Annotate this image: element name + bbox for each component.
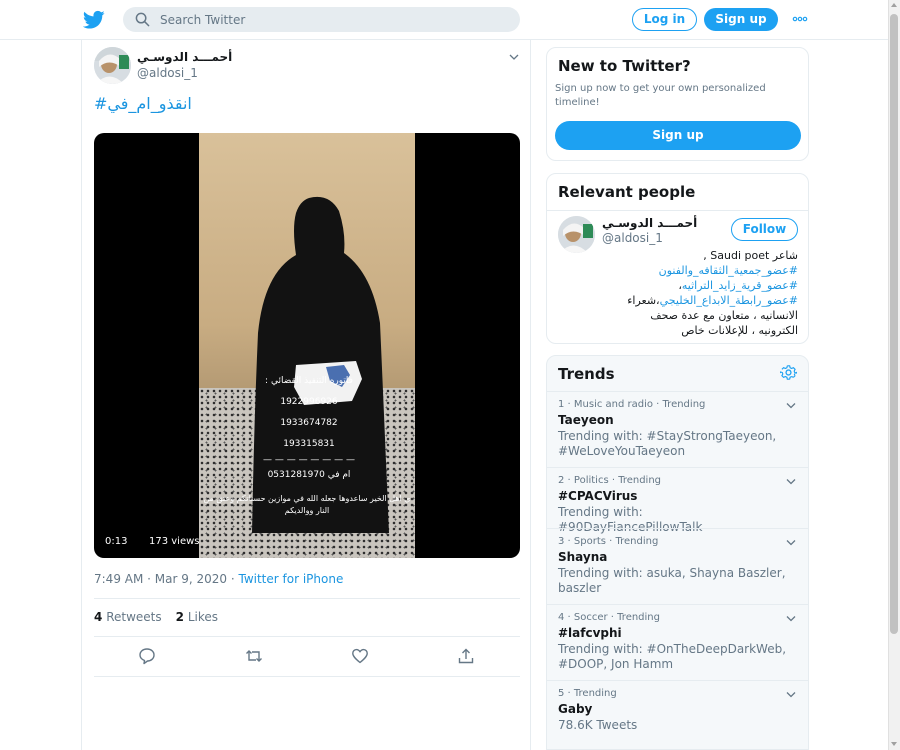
divider [547, 210, 808, 211]
likes-stat[interactable]: 2 Likes [176, 610, 218, 624]
retweets-stat[interactable]: 4 Retweets [94, 610, 162, 624]
overlay-line: 1922996926 [280, 397, 338, 407]
card-description: Sign up now to get your own personalized… [555, 83, 766, 108]
like-icon[interactable] [351, 647, 369, 665]
signup-button[interactable]: Sign up [704, 8, 778, 31]
bio-hashtag-link[interactable]: #عضو_جمعية_الثقافه_والفنون [555, 263, 798, 278]
bio-line: شاعر Saudi poet , [703, 249, 798, 262]
trend-category: 4 · Soccer · Trending [558, 612, 660, 623]
bio-line: الكترونيه ، للإعلانات خاص [681, 324, 798, 337]
scroll-up-arrow-icon[interactable] [891, 3, 897, 7]
tweet-stats: 4 Retweets 2 Likes [94, 610, 218, 624]
card-title: New to Twitter? [558, 57, 691, 75]
scrollbar-thumb[interactable] [890, 14, 898, 634]
new-to-twitter-card: New to Twitter? Sign up now to get your … [546, 47, 809, 161]
trend-item[interactable]: 4 · Soccer · Trending #lafcvphi Trending… [547, 604, 808, 680]
video-player[interactable]: : فاتوره التنفيذ القضائي 1922996926 1933… [94, 133, 520, 558]
trend-description: Trending with: asuka, Shayna Baszler, ba… [558, 566, 786, 595]
chevron-down-icon[interactable] [786, 478, 796, 485]
card-title: Relevant people [558, 183, 696, 201]
tweet-source-link[interactable]: Twitter for iPhone [238, 572, 343, 586]
share-icon[interactable] [457, 647, 475, 665]
overlay-line: — — — — — — — — [262, 455, 356, 465]
divider [94, 598, 520, 599]
trend-category: 1 · Music and radio · Trending [558, 399, 706, 410]
reply-icon[interactable] [138, 647, 156, 665]
chevron-down-icon[interactable] [786, 402, 796, 409]
chevron-down-icon[interactable] [509, 53, 519, 61]
trend-item[interactable]: 5 · Trending Gaby 78.6K Tweets [547, 680, 808, 749]
bio-line: الانسانيه ، متعاون مع عدة صحف [650, 309, 798, 322]
bio-hashtag-link[interactable]: #عضو_قرية_زايد_التراثيه [682, 279, 798, 292]
overlay-line: : فاتوره التنفيذ القضائي [265, 376, 353, 386]
bio-line: #عضو_قرية_زايد_التراثيه، [678, 279, 798, 292]
trend-category: 3 · Sports · Trending [558, 536, 659, 547]
trend-description: Trending with: #OnTheDeepDarkWeb, #DOOP,… [558, 642, 787, 671]
person-handle[interactable]: @aldosi_1 [602, 231, 663, 245]
trend-category: 2 · Politics · Trending [558, 475, 662, 486]
trend-category: 5 · Trending [558, 688, 617, 699]
trend-name[interactable]: Gaby [558, 702, 592, 716]
twitter-bird-icon[interactable] [83, 10, 105, 30]
search-bar[interactable] [123, 7, 520, 32]
tweet-hashtag-link[interactable]: #انقذو_ام_في [94, 94, 192, 113]
follow-button[interactable]: Follow [731, 218, 798, 241]
author-name[interactable]: أحمـــد الدوسـي [137, 50, 337, 64]
overlay-line: 1933674782 [280, 418, 338, 428]
search-input[interactable] [160, 7, 500, 32]
gear-icon[interactable] [780, 364, 797, 381]
trend-description: Trending with: #StayStrongTaeyeon, #WeLo… [558, 429, 777, 458]
card-title: Trends [558, 365, 615, 383]
chevron-down-icon[interactable] [786, 539, 796, 546]
trend-name[interactable]: Taeyeon [558, 413, 614, 427]
search-icon [135, 12, 150, 27]
trend-item[interactable]: 2 · Politics · Trending #CPACVirus Trend… [547, 467, 808, 534]
trend-item[interactable]: 1 · Music and radio · Trending Taeyeon T… [547, 391, 808, 467]
divider [94, 676, 520, 677]
video-overlay-text: : فاتوره التنفيذ القضائي 1922996926 1933… [254, 371, 364, 486]
retweet-icon[interactable] [245, 647, 263, 665]
relevant-people-card: Relevant people أحمـــد الدوسـي @aldosi_… [546, 173, 809, 344]
scroll-down-arrow-icon[interactable] [891, 742, 897, 746]
avatar[interactable] [94, 47, 131, 84]
avatar-image [94, 47, 131, 84]
video-duration: 0:13 [105, 536, 128, 547]
trend-name[interactable]: #CPACVirus [558, 489, 637, 503]
trend-name[interactable]: Shayna [558, 550, 607, 564]
video-caption: ي اهل الخير ساعدوها جعله الله في موازين … [203, 494, 411, 515]
trend-item[interactable]: 3 · Sports · Trending Shayna Trending wi… [547, 528, 808, 604]
trends-card: Trends 1 · Music and radio · Trending Ta… [546, 355, 809, 750]
signup-button[interactable]: Sign up [555, 121, 801, 150]
trend-description: 78.6K Tweets [558, 718, 638, 732]
divider [94, 636, 520, 637]
tweet-metadata: 7:49 AM · Mar 9, 2020 · Twitter for iPho… [94, 572, 343, 586]
likes-count: 2 [175, 610, 184, 624]
video-view-count: 173 views [149, 536, 200, 547]
tweet-timestamp[interactable]: 7:49 AM · Mar 9, 2020 · [94, 572, 238, 586]
person-name[interactable]: أحمـــد الدوسـي [602, 216, 697, 230]
person-bio: شاعر Saudi poet , #عضو_جمعية_الثقافه_وال… [555, 248, 798, 338]
trend-name[interactable]: #lafcvphi [558, 626, 622, 640]
chevron-down-icon[interactable] [786, 615, 796, 622]
tweet-detail: أحمـــد الدوسـي @aldosi_1 #انقذو_ام_في :… [81, 40, 531, 750]
top-navigation-bar: Log in Sign up [0, 0, 888, 40]
chevron-down-icon[interactable] [786, 691, 796, 698]
retweets-count: 4 [94, 610, 103, 624]
login-button[interactable]: Log in [632, 8, 697, 31]
author-handle[interactable]: @aldosi_1 [137, 66, 198, 80]
retweets-label: Retweets [106, 610, 162, 624]
more-horizontal-icon[interactable] [792, 12, 808, 26]
likes-label: Likes [187, 610, 218, 624]
overlay-line: 0531281970 ام في [267, 470, 351, 480]
bio-hashtag-link[interactable]: #عضو_رابطة_الابداع_الخليجي [660, 294, 798, 307]
bio-line: #عضو_رابطة_الابداع_الخليجي،شعراء [627, 294, 798, 307]
overlay-line: 193315831 [283, 439, 335, 449]
